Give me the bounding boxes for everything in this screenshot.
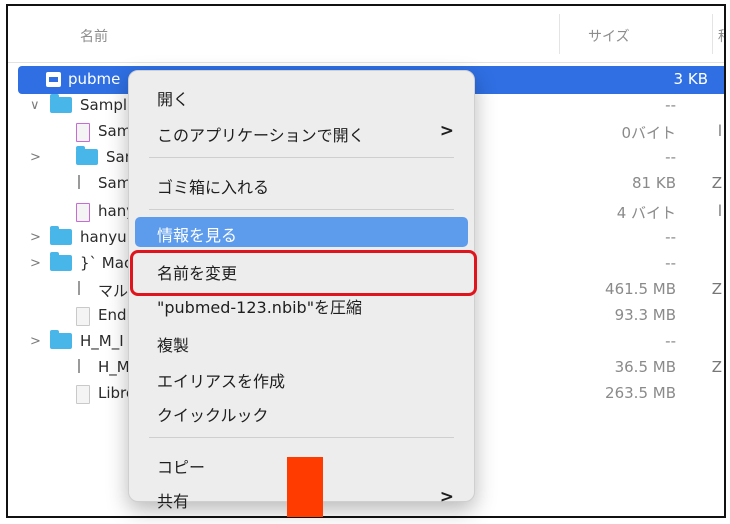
menu-item-label: 情報を見る: [157, 226, 238, 245]
file-size: --: [665, 332, 676, 350]
file-icon: [76, 281, 82, 298]
menu-item-quick-look[interactable]: クイックルック: [129, 397, 474, 427]
file-kind: Z: [711, 358, 722, 376]
folder-icon: [50, 94, 72, 113]
file-kind: l: [717, 122, 722, 140]
menu-item-label: エイリアスを作成: [157, 372, 286, 391]
file-size: 0バイト: [621, 124, 676, 142]
menu-separator: [149, 437, 454, 438]
file-icon: [76, 175, 82, 192]
file-size: --: [665, 148, 676, 166]
menu-item-label: 開く: [157, 90, 190, 109]
file-name: hanyu: [80, 228, 127, 246]
menu-item-label: 複製: [157, 336, 190, 355]
folder-icon: [50, 252, 72, 271]
folder-icon: [76, 146, 98, 165]
menu-item-open[interactable]: 開く: [129, 81, 474, 111]
menu-item-label: "pubmed-123.nbib"を圧縮: [157, 298, 363, 317]
file-size: 3 KB: [673, 70, 708, 88]
document-icon: [76, 385, 90, 404]
folder-icon: [50, 226, 72, 245]
file-size: 461.5 MB: [605, 280, 676, 298]
folder-icon: [50, 330, 72, 349]
annotation-highlight-box: [130, 250, 477, 296]
menu-item-move-to-trash[interactable]: ゴミ箱に入れる: [129, 169, 474, 199]
menu-item-label: ゴミ箱に入れる: [157, 178, 270, 197]
file-name: Sampl: [80, 96, 128, 114]
document-icon: [76, 203, 90, 222]
menu-item-duplicate[interactable]: 複製: [129, 327, 474, 357]
file-name: }` Mac: [80, 254, 133, 272]
file-name: Sam: [98, 122, 132, 140]
kind-column-header[interactable]: 种: [718, 26, 724, 46]
file-size: 81 KB: [632, 174, 676, 192]
file-kind: Z: [711, 174, 722, 192]
chevron-right-icon: >: [439, 487, 454, 507]
menu-item-get-info[interactable]: 情報を見る: [135, 217, 468, 247]
file-size: --: [665, 228, 676, 246]
chevron-right-icon: >: [439, 121, 454, 141]
document-icon: [76, 307, 90, 326]
file-size: 4 バイト: [616, 204, 676, 222]
name-column-header[interactable]: 名前: [80, 26, 108, 46]
disclosure-closed-icon[interactable]: >: [30, 334, 41, 349]
menu-item-make-alias[interactable]: エイリアスを作成: [129, 363, 474, 393]
file-kind: Z: [711, 280, 722, 298]
file-name: pubme: [68, 70, 121, 88]
file-icon: [76, 359, 82, 376]
disclosure-closed-icon[interactable]: >: [30, 256, 41, 271]
file-size: 263.5 MB: [605, 384, 676, 402]
file-size: 93.3 MB: [614, 306, 676, 324]
menu-separator: [149, 157, 454, 158]
menu-item-label: このアプリケーションで開く: [157, 126, 365, 145]
menu-item-label: コピー: [157, 458, 206, 477]
file-size: --: [665, 254, 676, 272]
column-divider[interactable]: [559, 14, 560, 54]
column-header: 名前 サイズ 种: [8, 6, 724, 63]
menu-item-label: 共有: [157, 492, 190, 511]
menu-separator: [149, 209, 454, 210]
size-column-header[interactable]: サイズ: [588, 26, 630, 46]
menu-item-label: クイックルック: [157, 406, 269, 425]
file-kind: l: [717, 202, 722, 220]
disclosure-closed-icon[interactable]: >: [30, 150, 41, 165]
disclosure-closed-icon[interactable]: >: [30, 230, 41, 245]
column-divider[interactable]: [712, 14, 713, 54]
file-name: H_M_I: [80, 332, 124, 350]
menu-item-open-with[interactable]: このアプリケーションで開く >: [129, 117, 474, 147]
annotation-redaction-block: [287, 457, 323, 517]
document-icon: [76, 123, 90, 142]
file-size: --: [665, 96, 676, 114]
disclosure-open-icon[interactable]: ∨: [30, 98, 40, 113]
file-size: 36.5 MB: [614, 358, 676, 376]
nbib-icon: [46, 72, 61, 87]
